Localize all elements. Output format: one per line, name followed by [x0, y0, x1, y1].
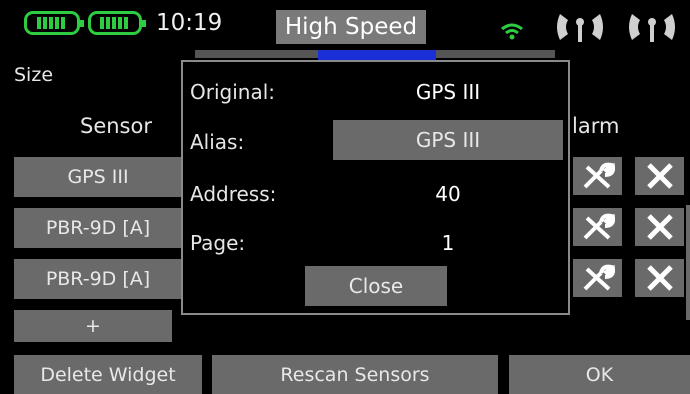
add-sensor-button[interactable]: + [14, 310, 172, 342]
antenna-icon [629, 14, 675, 42]
alias-label: Alias: [190, 130, 245, 154]
rescan-sensors-button[interactable]: Rescan Sensors [212, 355, 498, 394]
page-value: 1 [441, 231, 455, 255]
original-value: GPS III [415, 80, 481, 104]
delete-widget-button[interactable]: Delete Widget [14, 355, 202, 394]
tab-active-indicator [318, 50, 436, 60]
sensor-item[interactable]: PBR-9D [A] [14, 208, 182, 248]
close-icon[interactable] [635, 259, 684, 297]
wrench-icon[interactable] [573, 157, 622, 195]
address-label: Address: [190, 182, 277, 206]
antenna-icon [557, 14, 603, 42]
battery-icon [88, 11, 146, 35]
close-icon[interactable] [635, 208, 684, 246]
wifi-icon [501, 23, 523, 40]
page-label: Page: [190, 231, 246, 255]
alias-field[interactable]: GPS III [333, 120, 563, 160]
sensor-item[interactable]: GPS III [14, 157, 182, 197]
address-value: 40 [435, 182, 461, 206]
clock: 10:19 [156, 10, 223, 36]
mode-button[interactable]: High Speed [276, 10, 426, 44]
scrollbar[interactable] [686, 205, 690, 320]
close-button[interactable]: Close [305, 266, 447, 306]
sensor-item[interactable]: PBR-9D [A] [14, 259, 182, 299]
wrench-icon[interactable] [573, 208, 622, 246]
wrench-icon[interactable] [573, 259, 622, 297]
column-header-sensor: Sensor [80, 114, 152, 138]
ok-button[interactable]: OK [509, 355, 690, 394]
battery-icon [24, 11, 84, 35]
original-label: Original: [190, 80, 275, 104]
page-title: Size [14, 64, 54, 86]
close-icon[interactable] [635, 157, 684, 195]
column-header-alarm: larm [572, 114, 620, 138]
